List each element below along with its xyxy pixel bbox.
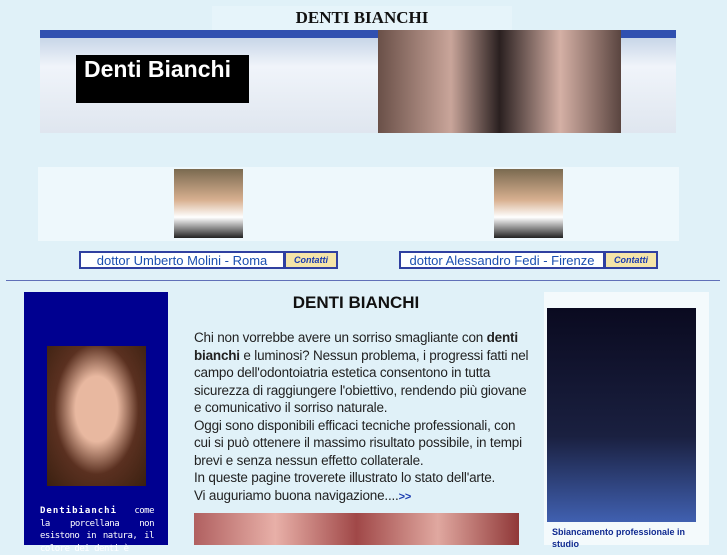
logo: Denti Bianchi	[76, 55, 249, 103]
sidebar-text-bold: Dentibianchi	[40, 506, 118, 516]
more-link[interactable]: >>	[399, 491, 412, 503]
smiling-woman-photo	[47, 346, 146, 486]
text: Chi non vorrebbe avere un sorriso smagli…	[194, 330, 487, 345]
contact-button-molini[interactable]: Contatti	[284, 251, 338, 269]
banner-smile-photos	[378, 30, 621, 133]
doctor-photo-molini	[174, 169, 243, 238]
main-heading: DENTI BIANCHI	[292, 293, 420, 312]
text: Oggi sono disponibili efficaci tecniche …	[194, 417, 522, 468]
lamp-caption-link[interactable]: Sbiancamento professionale in studio	[552, 526, 702, 550]
text: e luminosi? Nessun problema, i progressi…	[194, 347, 529, 416]
divider	[6, 280, 720, 281]
site-title: DENTI BIANCHI	[212, 6, 512, 30]
contact-button-fedi[interactable]: Contatti	[604, 251, 658, 269]
main-text: Chi non vorrebbe avere un sorriso smagli…	[194, 329, 530, 506]
sidebar-text: Dentibianchi come la porcellana non esis…	[40, 505, 155, 555]
whitening-lamp-photo[interactable]	[547, 308, 696, 522]
doctor-link-molini[interactable]: dottor Umberto Molini - Roma	[79, 251, 285, 269]
doctors-panel	[38, 167, 679, 241]
text: In queste pagine troverete illustrato lo…	[194, 470, 496, 485]
doctor-photo-fedi	[494, 169, 563, 238]
doctor-link-fedi[interactable]: dottor Alessandro Fedi - Firenze	[399, 251, 605, 269]
teeth-photo	[194, 513, 519, 545]
text-closing: Vi auguriamo buona navigazione....	[194, 487, 399, 503]
